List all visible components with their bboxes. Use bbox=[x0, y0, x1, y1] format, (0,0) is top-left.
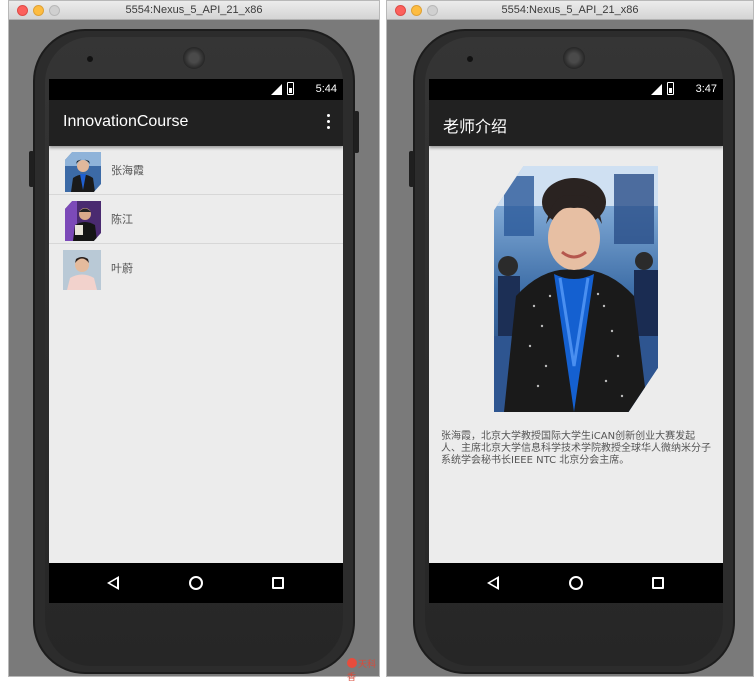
teacher-list-item[interactable]: 叶蔚 bbox=[49, 244, 343, 293]
overflow-menu-icon[interactable] bbox=[325, 114, 331, 132]
battery-icon bbox=[667, 82, 674, 95]
back-icon[interactable] bbox=[487, 576, 499, 590]
watermark-logo-icon bbox=[347, 658, 357, 668]
emulator-window-left: 5554:Nexus_5_API_21_x86 5:44 InnovationC… bbox=[8, 0, 380, 683]
emulator-window-right: 5554:Nexus_5_API_21_x86 3:47 老师介绍 张海霞，北京… bbox=[386, 0, 754, 677]
teacher-bio: 张海霞，北京大学教授国际大学生iCAN创新创业大赛发起人、主席北京大学信息科学技… bbox=[441, 431, 711, 466]
home-icon[interactable] bbox=[189, 576, 203, 590]
teacher-list-item[interactable]: 张海霞 bbox=[49, 146, 343, 195]
teacher-avatar bbox=[65, 201, 101, 241]
phone-screen: 5:44 InnovationCourse 张海霞 陈江 叶蔚 bbox=[49, 79, 343, 603]
navigation-bar bbox=[49, 563, 343, 603]
teacher-name: 叶蔚 bbox=[111, 262, 133, 275]
window-titlebar[interactable]: 5554:Nexus_5_API_21_x86 bbox=[9, 1, 379, 20]
window-title: 5554:Nexus_5_API_21_x86 bbox=[501, 4, 639, 16]
teacher-name: 陈江 bbox=[111, 213, 133, 226]
window-titlebar[interactable]: 5554:Nexus_5_API_21_x86 bbox=[387, 1, 753, 20]
back-icon[interactable] bbox=[107, 576, 119, 590]
action-bar: 老师介绍 bbox=[429, 100, 723, 146]
phone-frame: 3:47 老师介绍 张海霞，北京大学教授国际大学生iCAN创新创业大赛发起人、主… bbox=[409, 29, 735, 674]
status-bar: 5:44 bbox=[49, 79, 343, 100]
recent-apps-icon[interactable] bbox=[652, 577, 664, 589]
battery-icon bbox=[287, 82, 294, 95]
volume-button[interactable] bbox=[29, 151, 34, 187]
speaker-icon bbox=[563, 47, 585, 69]
watermark: 天科香 bbox=[347, 658, 377, 683]
teacher-name: 张海霞 bbox=[111, 164, 144, 177]
recent-apps-icon[interactable] bbox=[272, 577, 284, 589]
window-title: 5554:Nexus_5_API_21_x86 bbox=[125, 4, 263, 16]
front-camera-icon bbox=[467, 56, 473, 62]
volume-button[interactable] bbox=[409, 151, 414, 187]
status-time: 5:44 bbox=[315, 83, 337, 95]
navigation-bar bbox=[429, 563, 723, 603]
teacher-avatar bbox=[63, 250, 101, 290]
teacher-list-item[interactable]: 陈江 bbox=[49, 195, 343, 244]
front-camera-icon bbox=[87, 56, 93, 62]
power-button[interactable] bbox=[354, 111, 359, 153]
teacher-avatar bbox=[65, 152, 101, 192]
status-bar: 3:47 bbox=[429, 79, 723, 100]
speaker-icon bbox=[183, 47, 205, 69]
status-time: 3:47 bbox=[695, 83, 717, 95]
signal-icon bbox=[651, 84, 662, 95]
action-bar: InnovationCourse bbox=[49, 100, 343, 146]
app-title: InnovationCourse bbox=[63, 113, 189, 130]
signal-icon bbox=[271, 84, 282, 95]
home-icon[interactable] bbox=[569, 576, 583, 590]
teacher-list: 张海霞 陈江 叶蔚 bbox=[49, 146, 343, 293]
teacher-portrait bbox=[494, 166, 658, 412]
phone-frame: 5:44 InnovationCourse 张海霞 陈江 叶蔚 bbox=[29, 29, 359, 674]
app-title: 老师介绍 bbox=[443, 119, 508, 136]
phone-screen: 3:47 老师介绍 张海霞，北京大学教授国际大学生iCAN创新创业大赛发起人、主… bbox=[429, 79, 723, 603]
